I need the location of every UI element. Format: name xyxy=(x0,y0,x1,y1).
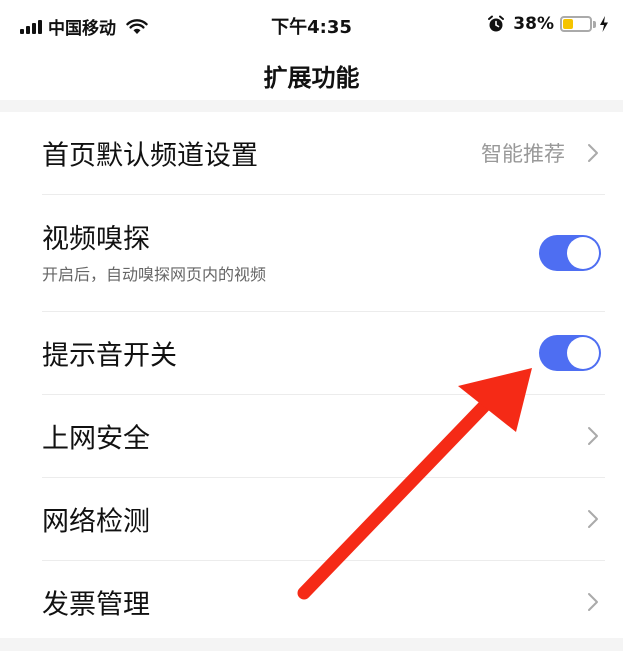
setting-title: 网络检测 xyxy=(42,506,150,538)
setting-network-check[interactable]: 网络检测 xyxy=(42,478,605,561)
setting-subtitle: 开启后，自动嗅探网页内的视频 xyxy=(42,265,267,284)
setting-title: 发票管理 xyxy=(42,589,150,621)
battery-percent: 38% xyxy=(513,14,554,34)
setting-title: 首页默认频道设置 xyxy=(42,140,258,172)
sound-switch-toggle[interactable] xyxy=(539,335,601,371)
battery-icon xyxy=(560,16,592,32)
status-right: 38% xyxy=(487,14,609,34)
toggle-knob xyxy=(567,337,599,369)
page-title: 扩展功能 xyxy=(263,64,360,92)
setting-value: 智能推荐 xyxy=(481,142,565,166)
chevron-right-icon xyxy=(588,427,598,445)
alarm-clock-icon xyxy=(488,15,505,32)
battery-fill xyxy=(563,19,573,29)
setting-sound-switch: 提示音开关 xyxy=(42,312,605,395)
setting-title: 上网安全 xyxy=(42,423,150,455)
video-sniffing-toggle[interactable] xyxy=(539,235,601,271)
section-divider xyxy=(0,100,623,112)
setting-title: 提示音开关 xyxy=(42,340,177,372)
setting-home-channel[interactable]: 首页默认频道设置 智能推荐 xyxy=(42,112,605,195)
chevron-right-icon xyxy=(588,144,598,162)
status-bar: 中国移动 下午4:35 38% xyxy=(0,0,623,50)
chevron-right-icon xyxy=(588,593,598,611)
toggle-knob xyxy=(567,237,599,269)
bottom-divider xyxy=(0,638,623,651)
setting-video-sniffing: 视频嗅探 开启后，自动嗅探网页内的视频 xyxy=(42,195,605,312)
chevron-right-icon xyxy=(588,510,598,528)
lightning-bolt-icon xyxy=(600,16,608,32)
setting-invoice-management[interactable]: 发票管理 xyxy=(42,561,605,643)
setting-title: 视频嗅探 xyxy=(42,224,150,255)
setting-browsing-security[interactable]: 上网安全 xyxy=(42,395,605,478)
screen: 中国移动 下午4:35 38% 扩展功能 首页默认频道设置 智能推荐 视频嗅探 … xyxy=(0,0,623,651)
battery-cap xyxy=(593,20,596,28)
settings-list: 首页默认频道设置 智能推荐 视频嗅探 开启后，自动嗅探网页内的视频 提示音开关 … xyxy=(0,112,623,643)
